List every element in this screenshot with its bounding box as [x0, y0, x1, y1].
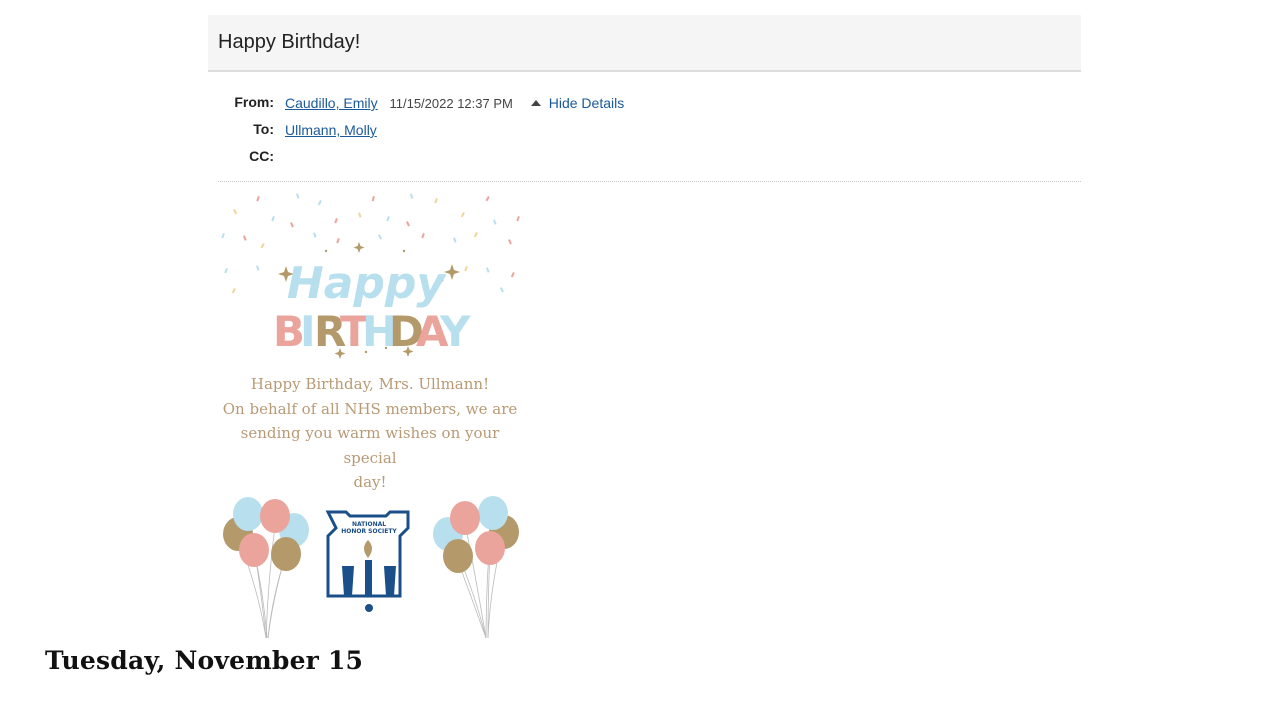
card-message-line: Happy Birthday, Mrs. Ullmann!	[250, 375, 490, 393]
subject-bar: Happy Birthday!	[208, 15, 1081, 72]
hide-details-button[interactable]: Hide Details	[530, 95, 625, 111]
logo-national-text: NATIONAL	[352, 521, 386, 528]
card-message-line: day!	[353, 473, 387, 491]
card-message-line: sending you warm wishes on your special	[240, 424, 500, 467]
footer-date-caption: Tuesday, November 15	[45, 646, 364, 675]
card-message-line: On behalf of all NHS members, we are	[222, 399, 518, 418]
to-recipient-link[interactable]: Ullmann, Molly	[285, 122, 377, 138]
email-subject: Happy Birthday!	[218, 31, 361, 53]
card-message: Happy Birthday, Mrs. Ullmann! On behalf …	[218, 372, 522, 495]
from-label: From:	[234, 94, 274, 110]
from-sender-link[interactable]: Caudillo, Emily	[285, 95, 378, 111]
birthday-card-image: Happy B I R T H D A Y NATIONAL HONOR SOC…	[218, 188, 526, 640]
header-divider	[218, 181, 1081, 182]
sent-date: 11/15/2022 12:37 PM	[389, 96, 513, 111]
balloons-right-icon	[433, 496, 519, 639]
cc-label: CC:	[249, 148, 274, 164]
birthday-letter: Y	[439, 307, 471, 356]
logo-honor-society-text: HONOR SOCIETY	[341, 528, 397, 535]
caret-up-icon	[530, 100, 541, 106]
balloons-left-icon	[223, 497, 309, 639]
card-happy-text: Happy	[287, 258, 448, 309]
card-birthday-text: B I R T H D A Y	[273, 307, 471, 356]
to-label: To:	[253, 121, 274, 137]
nhs-logo: NATIONAL HONOR SOCIETY	[325, 510, 410, 612]
hide-details-label: Hide Details	[548, 95, 625, 111]
